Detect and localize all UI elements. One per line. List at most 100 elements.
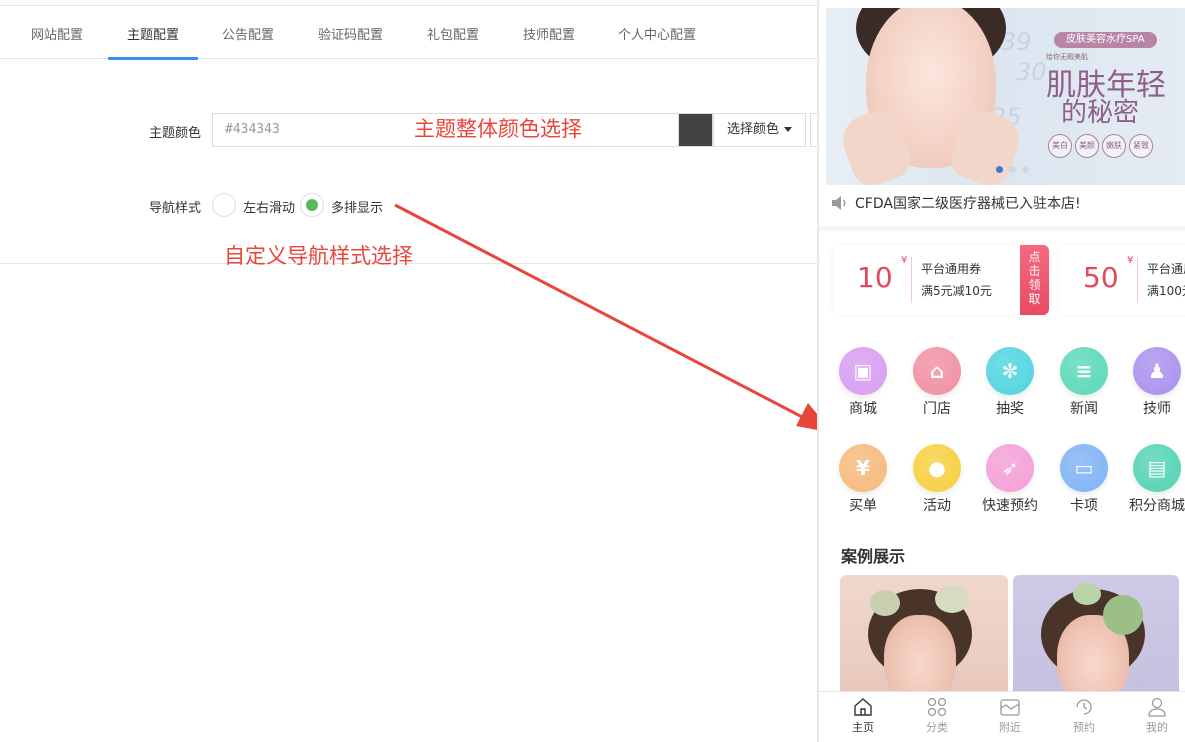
screen: 网站配置 主题配置 公告配置 验证码配置 礼包配置 技师配置 个人中心配置 主题… [0, 0, 1185, 742]
nav-item[interactable]: ▭ 卡项 [1054, 444, 1114, 515]
tab-technician-config[interactable]: 技师配置 [523, 14, 575, 58]
tab-profile-config[interactable]: 个人中心配置 [618, 14, 696, 58]
nav-item[interactable]: ▣ 商城 [833, 347, 893, 418]
icon-glyph: ▭ [1074, 456, 1094, 480]
nav-item[interactable]: ➶ 快速预约 [980, 444, 1040, 515]
icon-glyph: ▣ [853, 359, 873, 383]
notice-bar[interactable]: CFDA国家二级医疗器械已入驻本店! [831, 193, 1081, 213]
icon-glyph: ▤ [1147, 456, 1167, 480]
tab-giftpack-config[interactable]: 礼包配置 [427, 14, 479, 58]
carousel-dot[interactable] [1022, 166, 1029, 173]
coupon-title: 平台通用券 [1147, 262, 1185, 276]
coupon-divider [911, 257, 912, 303]
nav-item-label: 卡项 [1070, 498, 1098, 514]
nav-item[interactable]: ⌂ 门店 [907, 347, 967, 418]
banner-badge: 紧致 [1129, 134, 1153, 158]
nav-item-label: 新闻 [1070, 401, 1098, 417]
case-image[interactable] [1013, 575, 1179, 695]
news-icon: ≡ [1060, 347, 1108, 395]
active-tab-underline [108, 57, 199, 60]
config-tabs: 网站配置 主题配置 公告配置 验证码配置 礼包配置 技师配置 个人中心配置 [0, 14, 817, 60]
user-icon [1148, 697, 1166, 717]
nav-item-label: 买单 [849, 498, 877, 514]
card-icon: ▭ [1060, 444, 1108, 492]
coupon-currency: ¥ [901, 255, 908, 266]
banner-badge: 美白 [1048, 134, 1072, 158]
tab-theme-config[interactable]: 主题配置 [108, 14, 199, 60]
clock-icon [1076, 699, 1092, 715]
icon-glyph: ≡ [1075, 359, 1093, 383]
pay-bill-icon: ¥ [839, 444, 887, 492]
top-strip [0, 0, 817, 6]
color-picker-edge [810, 113, 817, 147]
nav-item-label: 积分商城 [1129, 498, 1185, 514]
case-model-face [884, 615, 956, 695]
section-gap [819, 226, 1185, 231]
coupon-rule: 满100元 [1147, 284, 1185, 298]
technician-icon: ♟ [1133, 347, 1181, 395]
mobile-preview: 39 30 25 皮肤美容水疗SPA 给你无暇美肌 肌肤年轻 的秘密 美白 美颜… [817, 0, 1185, 742]
flower-crown [1103, 595, 1143, 635]
coupon-amount: 10 [857, 261, 893, 294]
tabbar-profile[interactable]: 我的 [1127, 692, 1185, 742]
nav-option-slide-label[interactable]: 左右滑动 [243, 197, 295, 216]
nav-option-multirow-label[interactable]: 多排显示 [331, 197, 383, 216]
case-image[interactable] [840, 575, 1008, 695]
nav-option-multirow-radio[interactable] [300, 193, 324, 217]
notice-text: CFDA国家二级医疗器械已入驻本店! [855, 196, 1081, 212]
nav-item[interactable]: ♟ 技师 [1127, 347, 1185, 418]
admin-panel: 网站配置 主题配置 公告配置 验证码配置 礼包配置 技师配置 个人中心配置 主题… [0, 0, 817, 742]
nav-item[interactable]: ¥ 买单 [833, 444, 893, 515]
pick-color-button[interactable]: 选择颜色 [713, 113, 806, 147]
icon-glyph: ➶ [1001, 456, 1019, 480]
icon-glyph: ● [928, 456, 946, 480]
coupon-title: 平台通用券 [921, 262, 982, 276]
color-swatch[interactable] [678, 113, 713, 147]
tabbar-category[interactable]: 分类 [907, 692, 967, 742]
icon-glyph: ¥ [856, 456, 870, 480]
coupon-card[interactable]: 50 ¥ 平台通用券 满100元 [1059, 245, 1185, 315]
coupon-rule: 满5元减10元 [921, 284, 992, 298]
claim-coupon-button[interactable]: 点击领取 [1020, 245, 1049, 315]
icon-glyph: ✼ [1001, 359, 1019, 383]
tab-announcement-config[interactable]: 公告配置 [222, 14, 274, 58]
nav-item-label: 门店 [923, 401, 951, 417]
nav-item[interactable]: ✼ 抽奖 [980, 347, 1040, 418]
map-icon [1000, 699, 1020, 716]
nav-item-label: 抽奖 [996, 401, 1024, 417]
nav-item-label: 商城 [849, 401, 877, 417]
annotation-nav-style: 自定义导航样式选择 [224, 244, 413, 268]
nav-option-slide-radio[interactable] [212, 193, 236, 217]
case-section-title: 案例展示 [841, 547, 906, 566]
nav-item[interactable]: ≡ 新闻 [1054, 347, 1114, 418]
icon-glyph: ♟ [1148, 359, 1166, 383]
flower-crown [935, 585, 969, 613]
tabbar-nearby[interactable]: 附近 [980, 692, 1040, 742]
banner-badges: 美白 美颜 嫩肤 紧致 [1048, 134, 1153, 158]
carousel-dot[interactable] [996, 166, 1003, 173]
category-icon [927, 697, 947, 717]
flower-crown [1073, 583, 1101, 605]
icon-glyph: ⌂ [929, 359, 945, 383]
theme-color-label: 主题颜色 [149, 126, 202, 141]
tab-site-config[interactable]: 网站配置 [31, 14, 83, 58]
lottery-wheel-icon: ✼ [986, 347, 1034, 395]
banner-badge: 嫩肤 [1102, 134, 1126, 158]
coupon-currency: ¥ [1127, 255, 1134, 266]
nav-item[interactable]: ● 活动 [907, 444, 967, 515]
coupon-amount: 50 [1083, 261, 1119, 294]
annotation-theme-color: 主题整体颜色选择 [414, 117, 582, 141]
balloon-icon: ● [913, 444, 961, 492]
coupon-card[interactable]: 10 ¥ 平台通用券 满5元减10元 点击领取 [833, 245, 1049, 315]
carousel-dots [996, 166, 1029, 173]
banner-carousel[interactable]: 39 30 25 皮肤美容水疗SPA 给你无暇美肌 肌肤年轻 的秘密 美白 美颜… [826, 8, 1185, 185]
nav-item[interactable]: ▤ 积分商城 [1127, 444, 1185, 515]
banner-badge: 美颜 [1075, 134, 1099, 158]
carousel-dot[interactable] [1009, 166, 1016, 173]
points-mall-icon: ▤ [1133, 444, 1181, 492]
tabbar-booking[interactable]: 预约 [1054, 692, 1114, 742]
tabbar-home[interactable]: 主页 [833, 692, 893, 742]
banner-tag: 皮肤美容水疗SPA [1054, 32, 1157, 48]
tab-captcha-config[interactable]: 验证码配置 [318, 14, 383, 58]
banner-headline-2: 的秘密 [1061, 98, 1140, 128]
